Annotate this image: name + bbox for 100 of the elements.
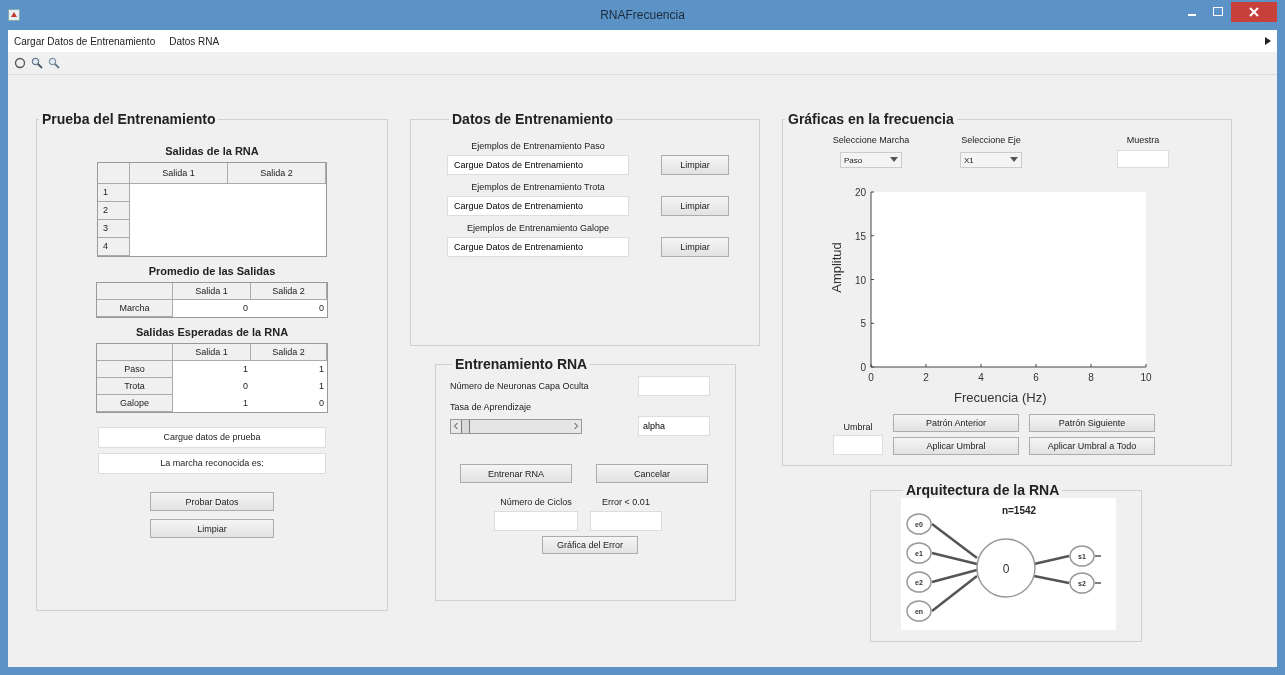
tick-label: 8 bbox=[1088, 372, 1094, 383]
panel-title: Datos de Entrenamiento bbox=[451, 111, 615, 127]
table-title: Promedio de las Salidas bbox=[148, 265, 276, 277]
input-node bbox=[906, 600, 932, 622]
file-field[interactable]: Cargue Datos de Entrenamiento bbox=[447, 155, 629, 175]
panel-title: Gráficas en la frecuencia bbox=[787, 111, 955, 127]
row-header: Trota bbox=[97, 378, 173, 395]
tick-label: 5 bbox=[860, 318, 866, 330]
dropdown[interactable]: Paso bbox=[840, 152, 902, 168]
neuron-node bbox=[976, 538, 1036, 598]
action-button[interactable]: Patrón Anterior bbox=[893, 414, 1019, 432]
table-corner bbox=[98, 163, 130, 184]
file-field[interactable]: Cargue Datos de Entrenamiento bbox=[447, 237, 629, 257]
status-text: Cargue datos de prueba bbox=[98, 427, 326, 448]
slider-thumb[interactable] bbox=[461, 419, 470, 433]
action-button[interactable]: Aplicar Umbral a Todo bbox=[1029, 437, 1155, 455]
column-header: Salida 2 bbox=[251, 283, 327, 300]
tick-label: 6 bbox=[1033, 372, 1039, 383]
clear-button[interactable]: Limpiar bbox=[661, 155, 729, 175]
panel-title: Arquitectura de la RNA bbox=[905, 482, 1061, 498]
action-button[interactable]: Entrenar RNA bbox=[460, 464, 572, 483]
dropdown-arrow-icon bbox=[1010, 157, 1018, 163]
alpha-field[interactable]: alpha bbox=[638, 416, 710, 436]
output-node bbox=[1069, 572, 1095, 594]
field-label: Error < 0.01 bbox=[602, 497, 650, 507]
connection-line bbox=[1033, 554, 1070, 566]
output-line bbox=[1094, 555, 1102, 557]
table-title: Salidas de la RNA bbox=[165, 145, 259, 157]
panel-title: Entrenamiento RNA bbox=[454, 356, 589, 372]
slider[interactable] bbox=[450, 418, 582, 434]
error-field[interactable] bbox=[590, 511, 662, 531]
field-label: Número de Neuronas Capa Oculta bbox=[450, 381, 589, 391]
output-line bbox=[1094, 582, 1102, 584]
error-plot-button[interactable]: Gráfica del Error bbox=[542, 536, 638, 554]
table-cell-text: 0 bbox=[242, 380, 249, 393]
file-field[interactable]: Cargue Datos de Entrenamiento bbox=[447, 196, 629, 216]
column-header: Salida 1 bbox=[173, 344, 251, 361]
table-cell-text: 0 bbox=[242, 302, 249, 315]
menu-item[interactable]: Cargar Datos de Entrenamiento bbox=[14, 35, 156, 47]
connection-line bbox=[1033, 574, 1070, 585]
clear-button[interactable]: Limpiar bbox=[661, 237, 729, 257]
input-node bbox=[906, 513, 932, 535]
row-header: 2 bbox=[98, 202, 130, 220]
row-header: 1 bbox=[98, 184, 130, 202]
column-header: Salida 2 bbox=[251, 344, 327, 361]
tick-label: 10 bbox=[854, 274, 866, 286]
field-label: Muestra bbox=[1126, 135, 1160, 145]
menu-item[interactable]: Datos RNA bbox=[169, 35, 220, 47]
axis-label: Frecuencia (Hz) bbox=[954, 390, 1047, 405]
action-button[interactable]: Probar Datos bbox=[150, 492, 274, 511]
action-button[interactable]: Limpiar bbox=[150, 519, 274, 538]
tick-label: 4 bbox=[978, 372, 984, 383]
table-cell-text: 1 bbox=[318, 380, 325, 393]
row-header: Marcha bbox=[97, 300, 173, 317]
table-cell-text: 0 bbox=[318, 302, 325, 315]
table-cell-text: 1 bbox=[318, 363, 325, 376]
input-node bbox=[906, 571, 932, 593]
column-header: Salida 1 bbox=[173, 283, 251, 300]
tick-label: 10 bbox=[1140, 372, 1152, 383]
tick-label: 0 bbox=[868, 372, 874, 383]
app-icon bbox=[8, 9, 20, 21]
field-label: Ejemplos de Entrenamiento Galope bbox=[465, 223, 611, 233]
clear-button[interactable]: Limpiar bbox=[661, 196, 729, 216]
row-header: 4 bbox=[98, 238, 130, 256]
field-label: Tasa de Aprendizaje bbox=[450, 402, 533, 412]
table-title: Salidas Esperadas de la RNA bbox=[135, 326, 289, 338]
input-field[interactable] bbox=[638, 376, 710, 396]
sample-field[interactable] bbox=[1117, 150, 1169, 168]
tick-label: 2 bbox=[923, 372, 929, 383]
field-label: Umbral bbox=[843, 422, 873, 432]
tick-label: 0 bbox=[860, 362, 866, 373]
zoom-in-icon[interactable] bbox=[31, 57, 43, 69]
field-label: Seleccione Eje bbox=[961, 135, 1021, 145]
dropdown-arrow-icon bbox=[890, 157, 898, 163]
dropdown[interactable]: X1 bbox=[960, 152, 1022, 168]
action-button[interactable]: Patrón Siguiente bbox=[1029, 414, 1155, 432]
input-node bbox=[906, 542, 932, 564]
close-icon[interactable] bbox=[1231, 2, 1277, 22]
action-button[interactable]: Cancelar bbox=[596, 464, 708, 483]
status-text: La marcha reconocida es: bbox=[98, 453, 326, 474]
threshold-field[interactable] bbox=[833, 435, 883, 455]
output-node bbox=[1069, 545, 1095, 567]
table-cell-text: 1 bbox=[242, 397, 249, 410]
tick-label: 15 bbox=[854, 230, 866, 242]
node-label: 0 bbox=[1002, 562, 1010, 576]
table-cell-text: 0 bbox=[318, 397, 325, 410]
field-label: Ejemplos de Entrenamiento Trota bbox=[470, 182, 606, 192]
action-button[interactable]: Aplicar Umbral bbox=[893, 437, 1019, 455]
window-title: RNAFrecuencia bbox=[600, 8, 685, 22]
row-header: Paso bbox=[97, 361, 173, 378]
cycles-field[interactable] bbox=[494, 511, 578, 531]
rotate-icon[interactable] bbox=[14, 57, 26, 69]
overflow-arrow-icon[interactable] bbox=[1265, 37, 1271, 45]
row-header: 3 bbox=[98, 220, 130, 238]
field-label: Seleccione Marcha bbox=[832, 135, 910, 145]
axis-label: Amplitud bbox=[828, 242, 844, 293]
table-cell-text: 1 bbox=[242, 363, 249, 376]
zoom-out-icon[interactable] bbox=[48, 57, 60, 69]
row-header: Galope bbox=[97, 395, 173, 412]
column-header: Salida 1 bbox=[130, 163, 228, 184]
